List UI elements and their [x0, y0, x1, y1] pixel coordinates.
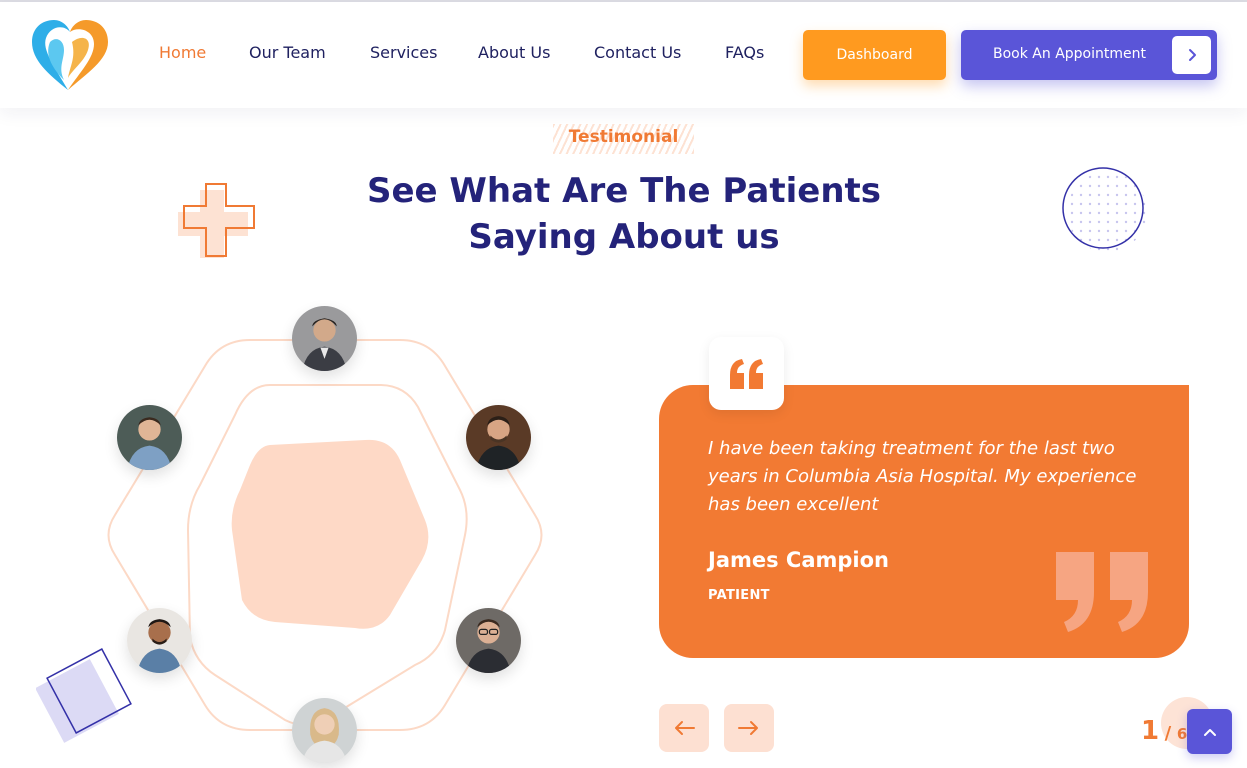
slide-counter: 1 / 6: [1141, 716, 1187, 746]
square-decoration: [36, 648, 132, 743]
site-header: Home Our Team Services About Us Contact …: [0, 2, 1247, 108]
nav-about-us[interactable]: About Us: [478, 43, 550, 62]
section-title: See What Are The Patients Saying About u…: [300, 168, 948, 260]
arrow-left-icon: [675, 721, 695, 735]
prev-testimonial-button[interactable]: [659, 704, 709, 752]
chevron-up-icon: [1203, 728, 1216, 736]
dashboard-button[interactable]: Dashboard: [803, 30, 946, 80]
book-appointment-button[interactable]: Book An Appointment: [961, 30, 1217, 80]
quote-open-icon: [729, 358, 763, 389]
book-appointment-label: Book An Appointment: [993, 46, 1146, 62]
nav-home[interactable]: Home: [159, 43, 206, 62]
quote-open-badge: [709, 337, 784, 410]
plus-decoration-icon: [178, 183, 255, 258]
dashboard-button-label: Dashboard: [836, 47, 913, 63]
chevron-right-icon: [1172, 36, 1211, 74]
nav-contact-us[interactable]: Contact Us: [594, 43, 681, 62]
nav-our-team[interactable]: Our Team: [249, 43, 326, 62]
quote-close-icon: [1056, 552, 1148, 632]
avatar-patient-2[interactable]: [117, 405, 182, 470]
title-line-1: See What Are The Patients: [366, 171, 882, 211]
avatar-patient-4[interactable]: [127, 608, 192, 673]
avatar-patient-5[interactable]: [456, 608, 521, 673]
avatar-patient-3[interactable]: [466, 405, 531, 470]
testimonial-text: I have been taking treatment for the las…: [708, 438, 1137, 515]
hexagon-ring: [107, 339, 543, 731]
next-testimonial-button[interactable]: [724, 704, 774, 752]
slide-separator: /: [1164, 723, 1172, 744]
slide-current: 1: [1141, 716, 1160, 746]
avatar-patient-6[interactable]: [292, 698, 357, 763]
nav-services[interactable]: Services: [370, 43, 437, 62]
avatar-patient-1[interactable]: [292, 306, 357, 371]
testimonial-author: James Campion: [708, 548, 889, 572]
dotted-circle-decoration: [1062, 167, 1147, 252]
nav-faqs[interactable]: FAQs: [725, 43, 764, 62]
arrow-right-icon: [738, 721, 758, 735]
section-tag: Testimonial: [568, 127, 679, 147]
testimonial-role: PATIENT: [708, 588, 770, 603]
slide-total: 6: [1176, 725, 1188, 743]
title-line-2: Saying About us: [468, 217, 780, 257]
heart-logo-icon[interactable]: [28, 16, 112, 96]
scroll-to-top-button[interactable]: [1187, 709, 1232, 754]
